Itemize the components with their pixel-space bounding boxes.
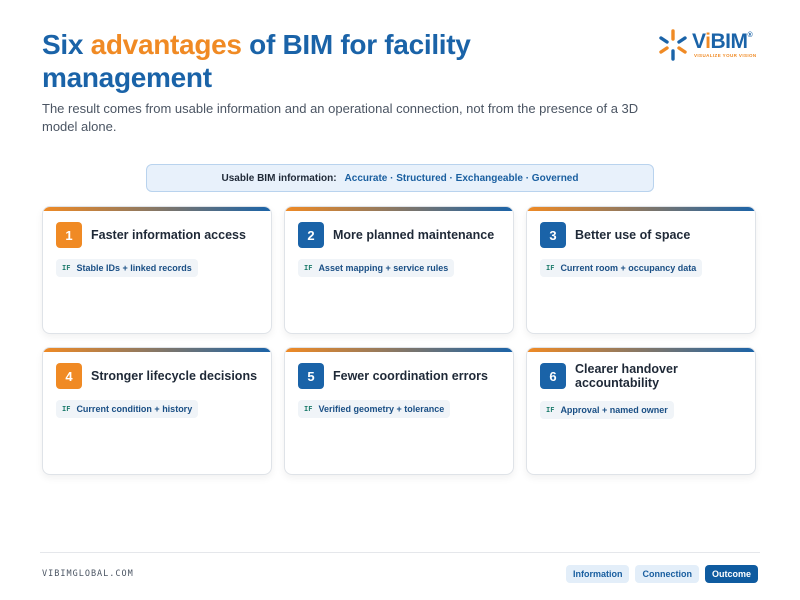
advantage-card-4: 4 Stronger lifecycle decisions IF Current… <box>42 347 272 475</box>
logo-wordmark: ViBIM® <box>692 30 753 53</box>
vibim-star-logo-icon <box>659 29 687 61</box>
card-number-badge: 4 <box>56 363 82 389</box>
banner-label: Usable BIM information: <box>221 172 337 184</box>
chip-if-label: IF <box>546 406 555 414</box>
card-accent-bar <box>527 348 755 352</box>
card-accent-bar <box>527 207 755 211</box>
pill-connection: Connection <box>635 565 699 583</box>
card-title: Clearer handover accountability <box>575 362 678 390</box>
card-title: Better use of space <box>575 228 691 242</box>
pill-information: Information <box>565 565 630 583</box>
title-accent: advantages <box>90 29 242 60</box>
card-title: More planned maintenance <box>333 228 495 242</box>
chip-if-label: IF <box>546 264 555 272</box>
condition-chip: IF Current room + occupancy data <box>540 259 703 277</box>
advantage-card-1: 1 Faster information access IF Stable IDs… <box>42 206 272 334</box>
logo-tagline: VISUALIZE YOUR VISION <box>694 53 757 58</box>
footer-divider <box>40 552 760 553</box>
chip-if-label: IF <box>62 405 71 413</box>
card-number-badge: 3 <box>540 222 566 248</box>
card-accent-bar <box>43 348 271 352</box>
info-banner: Usable BIM information: Accurate · Struc… <box>146 164 654 192</box>
condition-chip: IF Current condition + history <box>56 400 199 418</box>
chip-if-label: IF <box>304 405 313 413</box>
advantage-card-6: 6 Clearer handover accountability IF Appr… <box>526 347 756 475</box>
condition-chip: IF Asset mapping + service rules <box>298 259 455 277</box>
banner-values: Accurate · Structured · Exchangeable · G… <box>344 172 579 184</box>
chip-condition-text: Current condition + history <box>76 404 193 414</box>
footer-site-url: VIBIMGLOBAL.COM <box>42 569 134 579</box>
card-number-badge: 2 <box>298 222 324 248</box>
chip-condition-text: Current room + occupancy data <box>560 263 697 273</box>
condition-chip: IF Approval + named owner <box>540 401 674 419</box>
chip-condition-text: Asset mapping + service rules <box>318 263 449 273</box>
pill-outcome: Outcome <box>704 565 758 583</box>
advantage-card-5: 5 Fewer coordination errors IF Verified g… <box>284 347 514 475</box>
title-part1: Six <box>42 29 91 60</box>
advantage-card-3: 3 Better use of space IF Current room + o… <box>526 206 756 334</box>
chip-condition-text: Stable IDs + linked records <box>76 263 192 273</box>
page-subtitle: The result comes from usable information… <box>42 101 639 134</box>
advantage-card-2: 2 More planned maintenance IF Asset mappi… <box>284 206 514 334</box>
chip-condition-text: Verified geometry + tolerance <box>318 404 445 414</box>
condition-chip: IF Stable IDs + linked records <box>56 259 198 277</box>
chip-if-label: IF <box>304 264 313 272</box>
card-accent-bar <box>285 348 513 352</box>
chip-if-label: IF <box>62 264 71 272</box>
card-title: Stronger lifecycle decisions <box>91 369 258 383</box>
card-accent-bar <box>43 207 271 211</box>
card-number-badge: 1 <box>56 222 82 248</box>
card-number-badge: 6 <box>540 363 566 389</box>
chip-condition-text: Approval + named owner <box>560 405 668 415</box>
footer-pills: Information Connection Outcome <box>565 565 758 583</box>
card-accent-bar <box>285 207 513 211</box>
condition-chip: IF Verified geometry + tolerance <box>298 400 451 418</box>
card-title: Faster information access <box>91 228 246 242</box>
card-title: Fewer coordination errors <box>333 369 488 383</box>
brand-logo: ViBIM® VISUALIZE YOUR VISION <box>656 28 766 64</box>
page-title: Six advantages of BIM for facility manag… <box>42 28 602 94</box>
card-number-badge: 5 <box>298 363 324 389</box>
